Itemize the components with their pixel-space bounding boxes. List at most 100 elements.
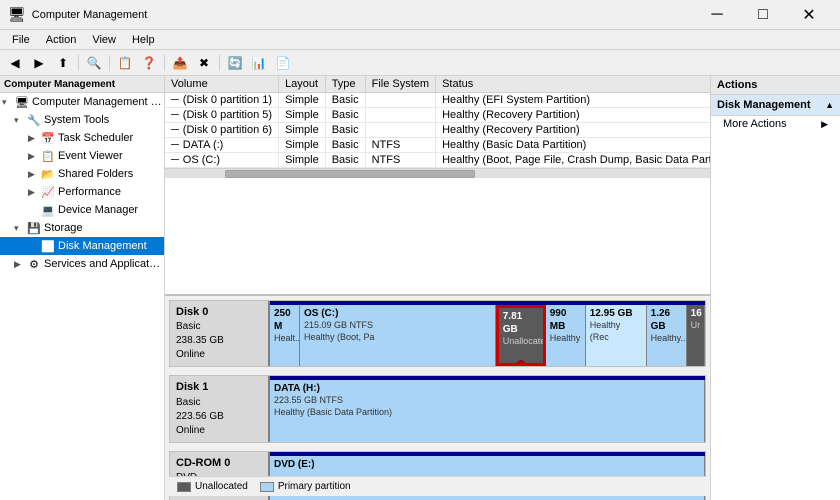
tree-item-services[interactable]: ▶ ⚙ Services and Applications [0,255,164,273]
cell-type: Basic [325,108,365,123]
storage-icon: 💾 [26,220,42,236]
list-button[interactable]: 📄 [272,53,294,73]
tree-item-task-scheduler[interactable]: ▶ 📅 Task Scheduler [0,129,164,147]
tree-item-performance[interactable]: ▶ 📈 Performance [0,183,164,201]
expand-icon-system-tools: ▾ [14,115,26,126]
cell-status: Healthy (Recovery Partition) [436,123,710,138]
tree-item-root[interactable]: ▾ 🖥 Computer Management (Local) [0,93,164,111]
disk-0-partitions: 250 M Healt... OS (C:) 215.09 GB NTFS He… [270,301,705,366]
toolbar: ◀ ▶ ⬆ 🔍 📋 ❓ 📤 ✖ 🔄 📊 📄 [0,50,840,76]
legend-bar: Unallocated Primary partition [169,476,706,496]
cell-volume: ─OS (C:) [165,153,279,168]
actions-more-actions-label: More Actions [723,118,787,130]
back-button[interactable]: ◀ [4,53,26,73]
disk-table: Volume Layout Type File System Status ─(… [165,76,710,168]
cell-volume: ─(Disk 0 partition 5) [165,108,279,123]
actions-section-title: Disk Management [717,99,811,111]
disk-1-row: Disk 1 Basic 223.56 GB Online DATA (H:) … [169,375,706,442]
partition-unalloc-size: 7.81 GB [503,310,539,336]
device-manager-icon: 💻 [40,202,56,218]
table-row[interactable]: ─DATA (:) Simple Basic NTFS Healthy (Bas… [165,138,710,153]
partition-efi-size: 250 M [274,307,295,333]
table-row[interactable]: ─(Disk 0 partition 5) Simple Basic Healt… [165,108,710,123]
tree-item-system-tools[interactable]: ▾ 🔧 System Tools [0,111,164,129]
menu-file[interactable]: File [4,32,38,48]
event-viewer-icon: 📋 [40,148,56,164]
disk-0-partition-efi[interactable]: 250 M Healt... [270,305,300,366]
partition-small-size: 16 [691,307,700,320]
menu-help[interactable]: Help [124,32,163,48]
disk-0-row: Disk 0 Basic 238.35 GB Online 250 M Heal… [169,300,706,367]
up-button[interactable]: ⬆ [52,53,74,73]
disk-0-partition-unallocated[interactable]: 7.81 GB Unallocated [496,305,546,366]
expand-icon-shared-folders: ▶ [28,169,40,180]
disk-0-partition-126[interactable]: 1.26 GB Healthy... [647,305,687,366]
title-bar: 🖥 Computer Management ─ □ ✕ [0,0,840,30]
refresh-button[interactable]: 🔄 [224,53,246,73]
tree-item-event-viewer[interactable]: ▶ 📋 Event Viewer [0,147,164,165]
app-title: Computer Management [32,9,148,21]
partition-unalloc-label: Unallocated [503,336,539,348]
actions-disk-management-section: Disk Management ▲ [711,95,840,116]
close-button[interactable]: ✕ [786,0,832,30]
toolbar-separator-1 [78,55,79,71]
disk-0-partition-small-unalloc[interactable]: 16 Ur [687,305,705,366]
disk-0-partition-recovery[interactable]: 12.95 GB Healthy (Rec [586,305,647,366]
help-button[interactable]: ❓ [138,53,160,73]
tree-item-disk-management[interactable]: 💽 Disk Management [0,237,164,255]
col-header-volume: Volume [165,76,279,93]
services-icon: ⚙ [26,256,42,272]
cell-type: Basic [325,138,365,153]
legend-unallocated-box [177,482,191,492]
delete-button[interactable]: ✖ [193,53,215,73]
cell-fs [365,108,435,123]
actions-header: Actions [711,76,840,95]
maximize-button[interactable]: □ [740,0,786,30]
disk-0-partition-990[interactable]: 990 MB Healthy [546,305,586,366]
cell-layout: Simple [279,93,326,108]
tree-label-root: Computer Management (Local) [32,96,162,108]
partition-os-name: OS (C:) [304,307,491,320]
toolbar-separator-2 [109,55,110,71]
show-hide-button[interactable]: 🔍 [83,53,105,73]
window-controls: ─ □ ✕ [694,0,832,30]
tree-label-device-manager: Device Manager [58,204,138,216]
table-row[interactable]: ─OS (C:) Simple Basic NTFS Healthy (Boot… [165,153,710,168]
forward-button[interactable]: ▶ [28,53,50,73]
disk-1-type: Basic [176,396,262,410]
right-panel: Volume Layout Type File System Status ─(… [165,76,710,500]
cell-volume: ─(Disk 0 partition 6) [165,123,279,138]
disk-1-partition-data[interactable]: DATA (H:) 223.55 GB NTFS Healthy (Basic … [270,380,705,441]
partition-rec-status: Healthy (Rec [590,320,642,343]
app-icon: 🖥 [8,6,26,23]
expand-icon-performance: ▶ [28,187,40,198]
col-header-status: Status [436,76,710,93]
system-tools-icon: 🔧 [26,112,42,128]
properties-button[interactable]: 📋 [114,53,136,73]
tree-item-shared-folders[interactable]: ▶ 📂 Shared Folders [0,165,164,183]
cell-type: Basic [325,123,365,138]
disk-management-icon: 💽 [40,238,56,254]
table-row[interactable]: ─(Disk 0 partition 6) Simple Basic Healt… [165,123,710,138]
view-button[interactable]: 📊 [248,53,270,73]
cell-fs [365,123,435,138]
export-button[interactable]: 📤 [169,53,191,73]
disk-0-partition-os[interactable]: OS (C:) 215.09 GB NTFS Healthy (Boot, Pa [300,305,496,366]
menu-action[interactable]: Action [38,32,85,48]
table-row[interactable]: ─(Disk 0 partition 1) Simple Basic Healt… [165,93,710,108]
horizontal-scrollbar[interactable] [165,168,710,178]
actions-section-chevron: ▲ [825,100,834,110]
scrollbar-thumb[interactable] [225,170,475,178]
tree-item-device-manager[interactable]: 💻 Device Manager [0,201,164,219]
actions-more-actions[interactable]: More Actions ▶ [711,116,840,132]
menu-view[interactable]: View [84,32,124,48]
cell-status: Healthy (Recovery Partition) [436,108,710,123]
tree-item-storage[interactable]: ▾ 💾 Storage [0,219,164,237]
cell-status: Healthy (EFI System Partition) [436,93,710,108]
cell-layout: Simple [279,153,326,168]
partition-990-status: Healthy [550,333,581,345]
cdrom-0-name: CD-ROM 0 [176,456,262,471]
expand-icon-root: ▾ [2,97,14,108]
minimize-button[interactable]: ─ [694,0,740,30]
disk-1-info: Disk 1 Basic 223.56 GB Online [170,376,270,441]
